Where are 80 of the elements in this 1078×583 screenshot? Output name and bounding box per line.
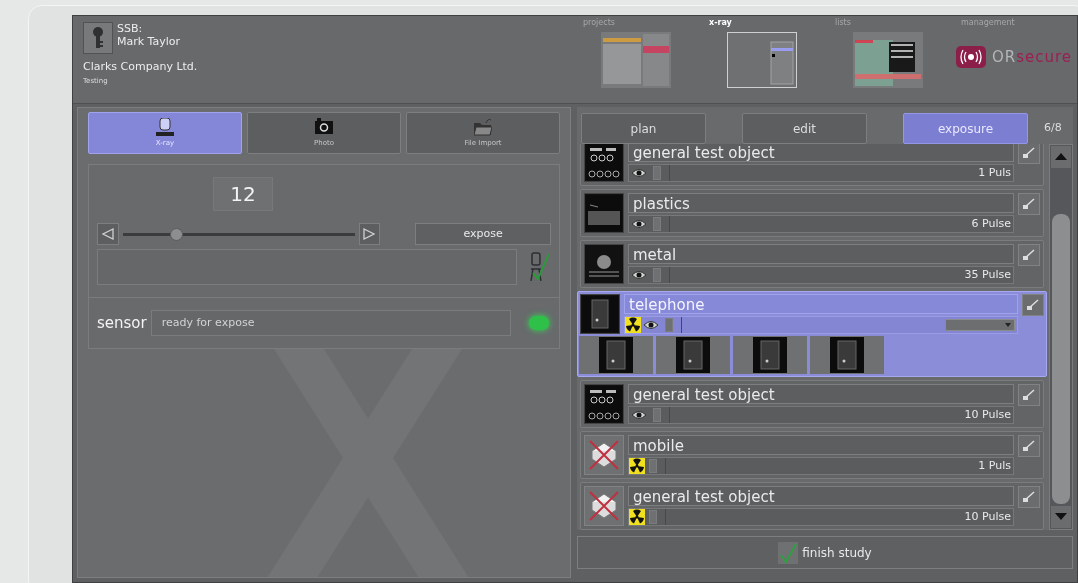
pencil-icon	[1022, 440, 1036, 452]
pencil-icon	[1022, 147, 1036, 159]
trash-icon	[665, 318, 673, 332]
xray-device-icon	[156, 117, 174, 136]
trash-icon	[653, 166, 661, 180]
trash-icon	[649, 510, 657, 524]
item-name: plastics	[628, 193, 1014, 213]
phone-xray-image	[753, 337, 787, 373]
step-tab[interactable]: plan	[581, 113, 706, 144]
signal-logo-icon	[955, 46, 986, 69]
user-role: SSB:	[117, 22, 144, 35]
phone-xray-image	[676, 337, 710, 373]
edit-button[interactable]	[1018, 435, 1040, 457]
xray-screen-thumbnail	[727, 32, 797, 88]
pencil-icon	[1022, 198, 1036, 210]
trash-icon	[653, 408, 661, 422]
item-name: mobile	[628, 435, 1014, 455]
camera-icon	[315, 117, 333, 136]
pencil-icon	[1022, 249, 1036, 261]
list-item[interactable]: telephone	[577, 291, 1047, 377]
edit-button[interactable]	[1018, 384, 1040, 406]
key-icon	[83, 22, 113, 54]
pulse-count: 10 Pulse	[964, 508, 1012, 525]
pulse-count: 6 Pulse	[971, 215, 1012, 232]
increase-button[interactable]	[358, 223, 381, 245]
list-item[interactable]: general test object 1 Puls	[580, 144, 1044, 186]
nav-tab[interactable]: management ORsecure	[951, 16, 1077, 103]
list-item[interactable]: mobile 1 Puls	[580, 431, 1044, 479]
sensor-status-field: ready for expose	[150, 310, 511, 336]
trash-icon	[649, 459, 657, 473]
phone-xray-image	[599, 337, 633, 373]
list-item[interactable]: general test object 10 Pulse	[580, 482, 1044, 530]
left-triangle-icon	[101, 228, 114, 240]
list-item[interactable]: plastics 6 Pulse	[580, 189, 1044, 237]
pulse-count: 1 Puls	[978, 457, 1012, 474]
pulse-count: 10 Pulse	[964, 406, 1012, 423]
lists-screen-thumbnail	[853, 32, 923, 88]
item-name: metal	[628, 244, 1014, 264]
edit-button[interactable]	[1018, 144, 1040, 164]
step-tab[interactable]: exposure	[903, 113, 1028, 144]
projects-screen-thumbnail	[601, 32, 671, 88]
finish-study-button[interactable]: finish study	[577, 536, 1073, 569]
item-name: general test object	[628, 144, 1014, 162]
edit-button[interactable]	[1018, 193, 1040, 215]
company-name: Clarks Company Ltd.	[83, 60, 199, 74]
step-tab[interactable]: edit	[742, 113, 867, 144]
step-counter: 6/8	[1044, 120, 1062, 137]
pencil-icon	[1022, 389, 1036, 401]
trash-icon	[653, 268, 661, 282]
decrease-button[interactable]	[97, 223, 119, 245]
image-thumbnail[interactable]	[656, 336, 730, 374]
user-name: Mark Taylor	[117, 35, 181, 48]
expose-button[interactable]: expose	[415, 223, 551, 245]
edit-button[interactable]	[1018, 244, 1040, 266]
image-thumbnail[interactable]	[810, 336, 884, 374]
folder-icon	[474, 117, 492, 136]
list-item[interactable]: general test object 10 Pulse	[580, 380, 1044, 428]
edit-button[interactable]	[1022, 294, 1044, 316]
image-thumbnail[interactable]	[733, 336, 807, 374]
caret-icon	[1005, 323, 1011, 327]
list-item[interactable]: metal 35 Pulse	[580, 240, 1044, 288]
logo-text: ORsecure	[991, 47, 1073, 68]
phone-xray-image	[830, 337, 864, 373]
pulse-count: 1 Puls	[978, 164, 1012, 181]
nav-tab[interactable]: x-ray	[699, 16, 825, 103]
pencil-icon	[1026, 299, 1040, 311]
device-check-icon	[529, 251, 551, 283]
trash-icon	[653, 217, 661, 231]
item-name: general test object	[628, 486, 1014, 506]
right-triangle-icon	[363, 228, 376, 240]
exposure-value: 12	[213, 177, 273, 211]
item-name: telephone	[624, 294, 1018, 314]
image-thumbnail[interactable]	[579, 336, 653, 374]
checkmark-icon	[778, 541, 799, 564]
item-name: general test object	[628, 384, 1014, 404]
sensor-label: sensor	[97, 312, 147, 334]
edit-button[interactable]	[1018, 486, 1040, 508]
pulse-count: 35 Pulse	[964, 266, 1012, 283]
pencil-icon	[1022, 491, 1036, 503]
slider-thumb[interactable]	[170, 227, 183, 241]
